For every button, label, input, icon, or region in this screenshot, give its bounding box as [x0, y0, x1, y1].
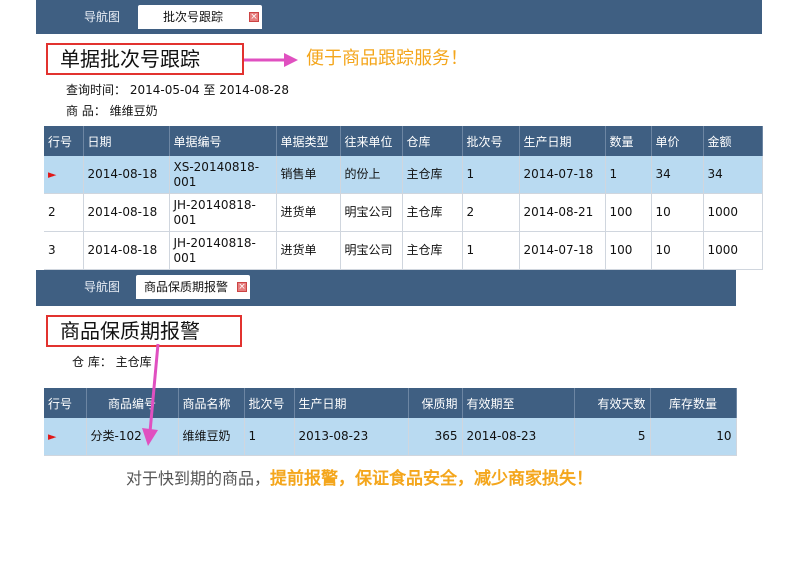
col-header[interactable]: 库存数量	[650, 388, 737, 418]
cell: 1	[462, 231, 520, 270]
col-header[interactable]: 日期	[83, 126, 170, 156]
current-row-arrow-icon: ►	[48, 430, 57, 443]
cell: 10	[651, 231, 704, 270]
col-header[interactable]: 金额	[703, 126, 763, 156]
tab-label: 商品保质期报警	[143, 280, 228, 294]
current-row-arrow-icon: ►	[48, 168, 57, 181]
cell: 1000	[703, 193, 763, 232]
product-filter: 商 品： 维维豆奶	[66, 103, 158, 119]
footer-highlight: 提前报警，保证食品安全，减少商家损失！	[270, 469, 594, 489]
tracking-callout: 便于商品跟踪服务！	[306, 48, 468, 69]
cell: 维维豆奶	[178, 418, 245, 456]
table-row[interactable]: ► 2014-08-18 XS-20140818-001 销售单 的份上 主仓库…	[44, 156, 763, 194]
cell: 2014-07-18	[519, 156, 606, 194]
col-header[interactable]: 往来单位	[340, 126, 403, 156]
cell: 2013-08-23	[294, 418, 409, 456]
col-header[interactable]: 单价	[651, 126, 704, 156]
cell: XS-20140818-001	[169, 156, 277, 194]
cell: 100	[605, 231, 652, 270]
cell: 2	[462, 193, 520, 232]
cell: 10	[650, 418, 737, 456]
cell: 主仓库	[402, 231, 463, 270]
cell: 进货单	[276, 231, 341, 270]
cell: 34	[703, 156, 763, 194]
col-header[interactable]: 仓库	[402, 126, 463, 156]
product-value: 维维豆奶	[109, 104, 158, 118]
footer-caption: 对于快到期的商品，提前报警，保证食品安全，减少商家损失！	[126, 467, 593, 491]
tab-shelf-life-alert[interactable]: 商品保质期报警 ×	[136, 275, 250, 299]
cell: 销售单	[276, 156, 341, 194]
cell: JH-20140818-001	[169, 193, 277, 232]
cell: 365	[408, 418, 463, 456]
col-header[interactable]: 有效天数	[574, 388, 651, 418]
row-number: 3	[44, 231, 84, 270]
cell: 1	[462, 156, 520, 194]
cell: 明宝公司	[340, 231, 403, 270]
query-date-range: 查询时间： 2014-05-04 至 2014-08-28	[66, 82, 289, 98]
cell: JH-20140818-001	[169, 231, 277, 270]
row-number: 2	[44, 193, 84, 232]
cell: 5	[574, 418, 651, 456]
col-header[interactable]: 保质期	[408, 388, 463, 418]
batch-table: 行号 日期 单据编号 单据类型 往来单位 仓库 批次号 生产日期 数量 单价 金…	[44, 126, 763, 270]
cell: 100	[605, 193, 652, 232]
tab-bar: 导航图 批次号跟踪 ×	[36, 0, 762, 34]
row-indicator: ►	[44, 418, 87, 456]
tab-label: 批次号跟踪	[162, 10, 223, 24]
col-header[interactable]: 有效期至	[462, 388, 575, 418]
tab-navigation[interactable]: 导航图	[56, 275, 148, 299]
cell: 1000	[703, 231, 763, 270]
col-header[interactable]: 数量	[605, 126, 652, 156]
cell: 1	[244, 418, 295, 456]
cell: 34	[651, 156, 704, 194]
col-header[interactable]: 商品名称	[178, 388, 245, 418]
cell: 进货单	[276, 193, 341, 232]
cell: 明宝公司	[340, 193, 403, 232]
table-row[interactable]: 3 2014-08-18 JH-20140818-001 进货单 明宝公司 主仓…	[44, 231, 763, 270]
col-header[interactable]: 生产日期	[294, 388, 409, 418]
cell: 2014-07-18	[519, 231, 606, 270]
page-title: 单据批次号跟踪	[46, 43, 244, 75]
col-header[interactable]: 生产日期	[519, 126, 606, 156]
col-header[interactable]: 批次号	[462, 126, 520, 156]
date-separator: 至	[203, 83, 216, 97]
tab-batch-tracking[interactable]: 批次号跟踪 ×	[138, 5, 262, 29]
table-header: 行号 日期 单据编号 单据类型 往来单位 仓库 批次号 生产日期 数量 单价 金…	[44, 126, 763, 156]
pointer-arrow-icon	[244, 53, 298, 67]
row-indicator: ►	[44, 156, 84, 194]
date-from: 2014-05-04	[129, 83, 200, 97]
cell: 的份上	[340, 156, 403, 194]
warehouse-label: 仓 库：	[72, 355, 112, 369]
tab-bar: 导航图 商品保质期报警 ×	[36, 270, 736, 306]
cell: 10	[651, 193, 704, 232]
col-header[interactable]: 单据类型	[276, 126, 341, 156]
col-header[interactable]: 批次号	[244, 388, 295, 418]
table-row[interactable]: 2 2014-08-18 JH-20140818-001 进货单 明宝公司 主仓…	[44, 193, 763, 232]
cell: 主仓库	[402, 193, 463, 232]
close-icon[interactable]: ×	[237, 282, 247, 292]
col-header[interactable]: 行号	[44, 126, 84, 156]
cell: 2014-08-21	[519, 193, 606, 232]
cell: 2014-08-18	[83, 231, 170, 270]
col-header[interactable]: 行号	[44, 388, 87, 418]
footer-lead: 对于快到期的商品，	[126, 469, 271, 488]
product-label: 商 品：	[66, 104, 106, 118]
cell: 主仓库	[402, 156, 463, 194]
batch-tracking-panel: 导航图 批次号跟踪 × 单据批次号跟踪 查询时间： 2014-05-04 至 2…	[36, 0, 763, 270]
col-header[interactable]: 单据编号	[169, 126, 277, 156]
tab-navigation[interactable]: 导航图	[56, 5, 148, 29]
cell: 2014-08-18	[83, 193, 170, 232]
date-to: 2014-08-28	[219, 83, 290, 97]
cell: 2014-08-18	[83, 156, 170, 194]
query-label: 查询时间：	[66, 83, 127, 97]
pointer-down-arrow-icon	[142, 343, 160, 446]
close-icon[interactable]: ×	[249, 12, 259, 22]
cell: 1	[605, 156, 652, 194]
cell: 2014-08-23	[462, 418, 575, 456]
